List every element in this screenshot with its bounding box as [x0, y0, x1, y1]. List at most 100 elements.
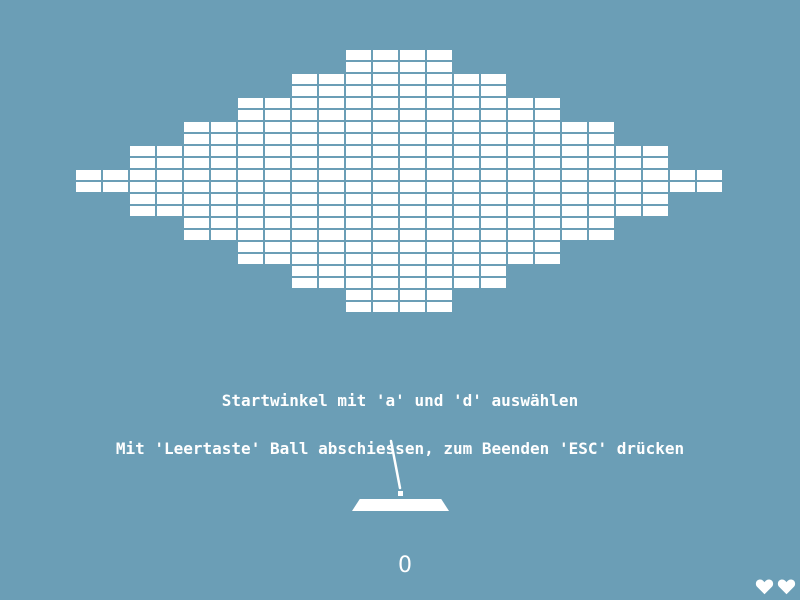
brick [373, 98, 398, 108]
brick [427, 194, 452, 204]
brick [238, 122, 263, 132]
brick [373, 182, 398, 192]
brick [535, 158, 560, 168]
brick [400, 230, 425, 240]
instruction-angle: Startwinkel mit 'a' und 'd' auswählen [221, 391, 579, 410]
brick [427, 50, 452, 60]
brick [400, 242, 425, 252]
brick [346, 122, 371, 132]
brick [400, 98, 425, 108]
brick [508, 146, 533, 156]
brick [211, 134, 236, 144]
brick [535, 182, 560, 192]
brick [292, 242, 317, 252]
brick [508, 182, 533, 192]
brick [643, 146, 668, 156]
brick [373, 278, 398, 288]
brick [211, 194, 236, 204]
brick [427, 146, 452, 156]
brick [319, 170, 344, 180]
brick [265, 134, 290, 144]
brick [643, 206, 668, 216]
brick [265, 230, 290, 240]
brick [481, 194, 506, 204]
brick [427, 98, 452, 108]
brick [508, 110, 533, 120]
brick [130, 146, 155, 156]
brick [346, 98, 371, 108]
brick [400, 170, 425, 180]
brick [535, 134, 560, 144]
brick [400, 278, 425, 288]
brick [481, 182, 506, 192]
brick [346, 266, 371, 276]
brick [346, 62, 371, 72]
brick [481, 146, 506, 156]
brick [616, 170, 641, 180]
brick [373, 290, 398, 300]
paddle[interactable] [352, 499, 449, 511]
brick [265, 170, 290, 180]
brick [130, 158, 155, 168]
brick [373, 302, 398, 312]
brick [535, 122, 560, 132]
brick [238, 134, 263, 144]
brick [643, 158, 668, 168]
brick [346, 170, 371, 180]
brick [238, 194, 263, 204]
score-display: 0 [398, 553, 412, 578]
brick [508, 158, 533, 168]
brick [427, 302, 452, 312]
brick [481, 110, 506, 120]
brick [589, 122, 614, 132]
brick [292, 146, 317, 156]
brick [562, 194, 587, 204]
brick [292, 278, 317, 288]
brick [454, 182, 479, 192]
brick [670, 182, 695, 192]
brick [427, 74, 452, 84]
brick [481, 278, 506, 288]
brick [697, 182, 722, 192]
brick [265, 122, 290, 132]
brick [157, 158, 182, 168]
brick [400, 50, 425, 60]
brick [427, 218, 452, 228]
brick [508, 242, 533, 252]
brick [373, 230, 398, 240]
brick [265, 182, 290, 192]
brick [373, 158, 398, 168]
brick [508, 218, 533, 228]
brick [292, 122, 317, 132]
brick [157, 194, 182, 204]
brick [292, 74, 317, 84]
brick [184, 158, 209, 168]
brick [238, 182, 263, 192]
brick [346, 50, 371, 60]
brick [130, 194, 155, 204]
brick [184, 134, 209, 144]
brick [292, 254, 317, 264]
brick [130, 182, 155, 192]
brick [265, 146, 290, 156]
brick [373, 170, 398, 180]
game-canvas[interactable]: Startwinkel mit 'a' und 'd' auswählen Mi… [0, 0, 800, 600]
brick [265, 254, 290, 264]
heart-icon [777, 579, 796, 595]
brick [157, 182, 182, 192]
brick [643, 182, 668, 192]
brick [427, 278, 452, 288]
ball [398, 491, 403, 496]
brick [427, 230, 452, 240]
brick [346, 158, 371, 168]
brick [292, 110, 317, 120]
brick [481, 170, 506, 180]
brick [589, 206, 614, 216]
brick [454, 134, 479, 144]
brick [265, 158, 290, 168]
brick [535, 98, 560, 108]
brick [238, 230, 263, 240]
brick [481, 134, 506, 144]
brick [535, 218, 560, 228]
brick [238, 254, 263, 264]
